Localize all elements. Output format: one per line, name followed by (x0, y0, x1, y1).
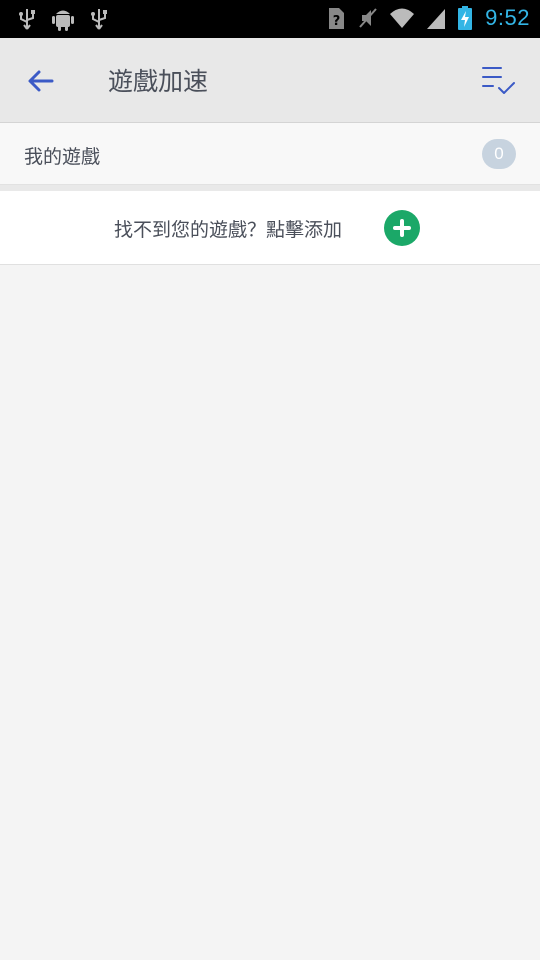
android-debug-icon (52, 10, 74, 31)
usb-icon (91, 9, 107, 30)
my-games-header: 我的遊戲 0 (0, 123, 540, 185)
svg-text:?: ? (333, 14, 341, 29)
mute-icon (359, 8, 377, 28)
games-count-badge: 0 (482, 139, 516, 169)
page-title: 遊戲加速 (108, 67, 209, 96)
plus-circle-icon[interactable] (384, 210, 420, 246)
status-bar: ? 9:52 (0, 0, 540, 38)
no-sim-icon: ? (329, 8, 345, 29)
add-game-text[interactable]: 找不到您的遊戲？點擊添加 (114, 215, 342, 242)
games-list-area (0, 265, 540, 960)
my-games-label: 我的遊戲 (24, 146, 101, 168)
checklist-icon[interactable] (480, 62, 518, 100)
clock: 9:52 (485, 5, 530, 30)
add-game-row[interactable]: 找不到您的遊戲？點擊添加 (0, 191, 540, 265)
wifi-icon (390, 8, 415, 28)
arrow-left-icon[interactable] (24, 64, 58, 98)
usb-icon (19, 9, 35, 30)
battery-charging-icon (458, 6, 473, 30)
signal-icon (427, 9, 446, 29)
app-bar: 遊戲加速 (0, 38, 540, 123)
